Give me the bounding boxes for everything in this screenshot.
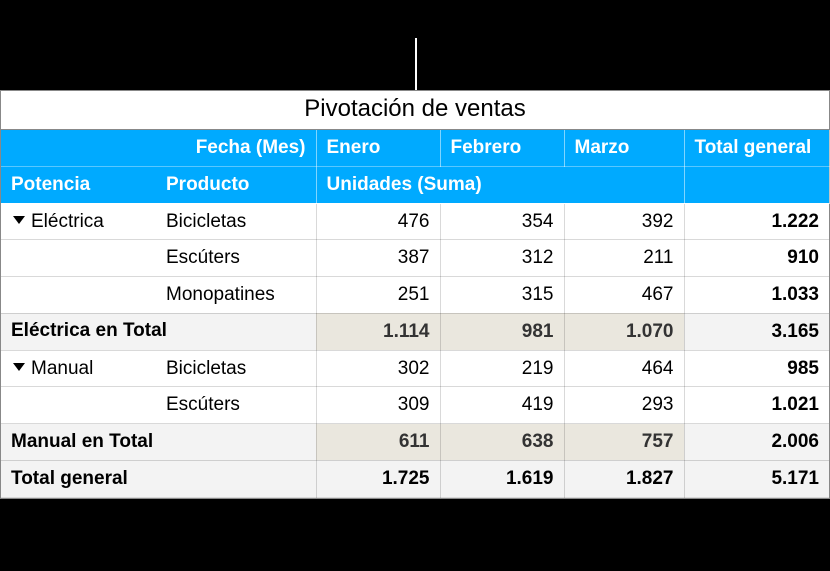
value-cell: 392 xyxy=(564,203,684,240)
product-cell: Escúters xyxy=(156,240,316,277)
subtotal-cell: 981 xyxy=(440,313,564,350)
value-cell: 354 xyxy=(440,203,564,240)
value-cell: 476 xyxy=(316,203,440,240)
subtotal-label: Manual en Total xyxy=(1,424,316,461)
table-row: Escúters 387 312 211 910 xyxy=(1,240,829,277)
header-total-general[interactable]: Total general xyxy=(684,130,829,166)
value-cell: 293 xyxy=(564,387,684,424)
pivot-table-container: Pivotación de ventas Fecha (Mes) Enero F… xyxy=(0,90,830,499)
subtotal-total-cell: 2.006 xyxy=(684,424,829,461)
subtotal-cell: 1.070 xyxy=(564,313,684,350)
value-cell: 467 xyxy=(564,277,684,314)
grand-total-cell: 1.827 xyxy=(564,460,684,497)
header-empty-2 xyxy=(684,166,829,203)
header-empty xyxy=(1,130,156,166)
header-month-2[interactable]: Febrero xyxy=(440,130,564,166)
subtotal-row-electrica: Eléctrica en Total 1.114 981 1.070 3.165 xyxy=(1,313,829,350)
annotation-line xyxy=(415,38,417,90)
grand-total-cell: 1.725 xyxy=(316,460,440,497)
row-total-cell: 910 xyxy=(684,240,829,277)
subtotal-cell: 611 xyxy=(316,424,440,461)
row-total-cell: 1.033 xyxy=(684,277,829,314)
row-total-cell: 1.021 xyxy=(684,387,829,424)
header-producto[interactable]: Producto xyxy=(156,166,316,203)
group-toggle-manual[interactable]: Manual xyxy=(1,350,156,387)
table-row: Manual Bicicletas 302 219 464 985 xyxy=(1,350,829,387)
caret-down-icon xyxy=(13,363,25,371)
header-month-3[interactable]: Marzo xyxy=(564,130,684,166)
caret-down-icon xyxy=(13,216,25,224)
grand-total-cell: 1.619 xyxy=(440,460,564,497)
group-name-manual: Manual xyxy=(31,358,93,379)
grand-total-total-cell: 5.171 xyxy=(684,460,829,497)
subtotal-cell: 1.114 xyxy=(316,313,440,350)
table-row: Eléctrica Bicicletas 476 354 392 1.222 xyxy=(1,203,829,240)
empty-cell xyxy=(1,387,156,424)
value-cell: 387 xyxy=(316,240,440,277)
header-row-months: Fecha (Mes) Enero Febrero Marzo Total ge… xyxy=(1,130,829,166)
value-cell: 419 xyxy=(440,387,564,424)
subtotal-label: Eléctrica en Total xyxy=(1,313,316,350)
group-toggle-electrica[interactable]: Eléctrica xyxy=(1,203,156,240)
product-cell: Monopatines xyxy=(156,277,316,314)
header-potencia[interactable]: Potencia xyxy=(1,166,156,203)
row-total-cell: 985 xyxy=(684,350,829,387)
product-cell: Escúters xyxy=(156,387,316,424)
header-fecha-label[interactable]: Fecha (Mes) xyxy=(156,130,316,166)
group-name-electrica: Eléctrica xyxy=(31,211,104,232)
grand-total-label: Total general xyxy=(1,460,316,497)
empty-cell xyxy=(1,277,156,314)
value-cell: 312 xyxy=(440,240,564,277)
annotation-area xyxy=(0,0,830,90)
value-cell: 219 xyxy=(440,350,564,387)
product-cell: Bicicletas xyxy=(156,203,316,240)
grand-total-row: Total general 1.725 1.619 1.827 5.171 xyxy=(1,460,829,497)
value-cell: 309 xyxy=(316,387,440,424)
pivot-table: Fecha (Mes) Enero Febrero Marzo Total ge… xyxy=(1,130,830,498)
subtotal-total-cell: 3.165 xyxy=(684,313,829,350)
table-row: Escúters 309 419 293 1.021 xyxy=(1,387,829,424)
empty-cell xyxy=(1,240,156,277)
table-row: Monopatines 251 315 467 1.033 xyxy=(1,277,829,314)
pivot-title: Pivotación de ventas xyxy=(1,91,829,130)
product-cell: Bicicletas xyxy=(156,350,316,387)
value-cell: 315 xyxy=(440,277,564,314)
value-cell: 302 xyxy=(316,350,440,387)
header-unidades[interactable]: Unidades (Suma) xyxy=(316,166,684,203)
subtotal-row-manual: Manual en Total 611 638 757 2.006 xyxy=(1,424,829,461)
header-month-1[interactable]: Enero xyxy=(316,130,440,166)
value-cell: 211 xyxy=(564,240,684,277)
subtotal-cell: 638 xyxy=(440,424,564,461)
row-total-cell: 1.222 xyxy=(684,203,829,240)
subtotal-cell: 757 xyxy=(564,424,684,461)
value-cell: 464 xyxy=(564,350,684,387)
value-cell: 251 xyxy=(316,277,440,314)
header-row-fields: Potencia Producto Unidades (Suma) xyxy=(1,166,829,203)
